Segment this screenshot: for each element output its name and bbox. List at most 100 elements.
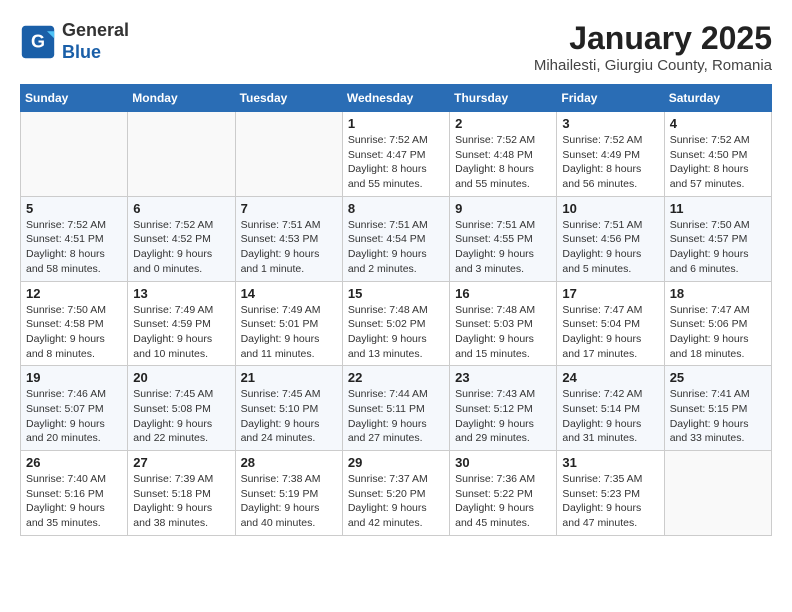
weekday-header: Sunday — [21, 85, 128, 112]
day-number: 15 — [348, 286, 444, 301]
calendar-cell: 10 Sunrise: 7:51 AMSunset: 4:56 PMDayligh… — [557, 196, 664, 281]
calendar-week-row: 1 Sunrise: 7:52 AMSunset: 4:47 PMDaylight… — [21, 112, 772, 197]
calendar-cell: 7Sunrise: 7:51 AMSunset: 4:53 PMDaylight… — [235, 196, 342, 281]
day-info: Sunrise: 7:45 AMSunset: 5:10 PMDaylight:… — [241, 387, 337, 446]
calendar-cell: 6Sunrise: 7:52 AMSunset: 4:52 PMDaylight… — [128, 196, 235, 281]
day-number: 20 — [133, 370, 229, 385]
day-number: 29 — [348, 455, 444, 470]
calendar-cell: 1 Sunrise: 7:52 AMSunset: 4:47 PMDaylight… — [342, 112, 449, 197]
calendar-cell: 16 Sunrise: 7:48 AMSunset: 5:03 PMDayligh… — [450, 281, 557, 366]
calendar-cell: 13 Sunrise: 7:49 AMSunset: 4:59 PMDayligh… — [128, 281, 235, 366]
day-number: 1 — [348, 116, 444, 131]
weekday-header-row: SundayMondayTuesdayWednesdayThursdayFrid… — [21, 85, 772, 112]
day-info: Sunrise: 7:47 AMSunset: 5:06 PMDaylight:… — [670, 303, 766, 362]
day-number: 2 — [455, 116, 551, 131]
day-number: 13 — [133, 286, 229, 301]
day-number: 14 — [241, 286, 337, 301]
title-area: January 2025 Mihailesti, Giurgiu County,… — [534, 20, 772, 74]
day-number: 23 — [455, 370, 551, 385]
day-number: 30 — [455, 455, 551, 470]
calendar-cell: 3 Sunrise: 7:52 AMSunset: 4:49 PMDaylight… — [557, 112, 664, 197]
day-number: 12 — [26, 286, 122, 301]
weekday-header: Friday — [557, 85, 664, 112]
day-info: Sunrise: 7:48 AMSunset: 5:02 PMDaylight:… — [348, 303, 444, 362]
logo: G General Blue — [20, 20, 129, 63]
day-number: 27 — [133, 455, 229, 470]
day-info: Sunrise: 7:52 AMSunset: 4:48 PMDaylight:… — [455, 133, 551, 192]
day-info: Sunrise: 7:52 AMSunset: 4:51 PMDaylight:… — [26, 218, 122, 277]
day-number: 16 — [455, 286, 551, 301]
day-info: Sunrise: 7:38 AMSunset: 5:19 PMDaylight:… — [241, 472, 337, 531]
weekday-header: Tuesday — [235, 85, 342, 112]
day-info: Sunrise: 7:52 AMSunset: 4:47 PMDaylight:… — [348, 133, 444, 192]
calendar-cell — [235, 112, 342, 197]
day-info: Sunrise: 7:49 AMSunset: 5:01 PMDaylight:… — [241, 303, 337, 362]
calendar-cell: 29 Sunrise: 7:37 AMSunset: 5:20 PMDayligh… — [342, 451, 449, 536]
calendar-cell: 28 Sunrise: 7:38 AMSunset: 5:19 PMDayligh… — [235, 451, 342, 536]
month-title: January 2025 — [534, 20, 772, 57]
logo-blue-text: Blue — [62, 42, 101, 62]
day-info: Sunrise: 7:51 AMSunset: 4:55 PMDaylight:… — [455, 218, 551, 277]
day-number: 28 — [241, 455, 337, 470]
day-info: Sunrise: 7:50 AMSunset: 4:58 PMDaylight:… — [26, 303, 122, 362]
calendar-table: SundayMondayTuesdayWednesdayThursdayFrid… — [20, 84, 772, 536]
day-info: Sunrise: 7:50 AMSunset: 4:57 PMDaylight:… — [670, 218, 766, 277]
weekday-header: Thursday — [450, 85, 557, 112]
day-number: 24 — [562, 370, 658, 385]
day-info: Sunrise: 7:45 AMSunset: 5:08 PMDaylight:… — [133, 387, 229, 446]
calendar-cell: 31Sunrise: 7:35 AMSunset: 5:23 PMDayligh… — [557, 451, 664, 536]
calendar-cell: 18 Sunrise: 7:47 AMSunset: 5:06 PMDayligh… — [664, 281, 771, 366]
weekday-header: Monday — [128, 85, 235, 112]
day-number: 25 — [670, 370, 766, 385]
day-info: Sunrise: 7:41 AMSunset: 5:15 PMDaylight:… — [670, 387, 766, 446]
calendar-cell: 9 Sunrise: 7:51 AMSunset: 4:55 PMDaylight… — [450, 196, 557, 281]
day-number: 11 — [670, 201, 766, 216]
day-number: 21 — [241, 370, 337, 385]
day-info: Sunrise: 7:42 AMSunset: 5:14 PMDaylight:… — [562, 387, 658, 446]
day-info: Sunrise: 7:52 AMSunset: 4:52 PMDaylight:… — [133, 218, 229, 277]
calendar-cell: 23 Sunrise: 7:43 AMSunset: 5:12 PMDayligh… — [450, 366, 557, 451]
day-number: 10 — [562, 201, 658, 216]
logo-icon: G — [20, 24, 56, 60]
day-info: Sunrise: 7:51 AMSunset: 4:54 PMDaylight:… — [348, 218, 444, 277]
calendar-cell — [21, 112, 128, 197]
calendar-cell: 25 Sunrise: 7:41 AMSunset: 5:15 PMDayligh… — [664, 366, 771, 451]
calendar-cell: 19 Sunrise: 7:46 AMSunset: 5:07 PMDayligh… — [21, 366, 128, 451]
location-subtitle: Mihailesti, Giurgiu County, Romania — [534, 57, 772, 74]
calendar-cell: 21 Sunrise: 7:45 AMSunset: 5:10 PMDayligh… — [235, 366, 342, 451]
day-number: 3 — [562, 116, 658, 131]
day-info: Sunrise: 7:52 AMSunset: 4:49 PMDaylight:… — [562, 133, 658, 192]
day-info: Sunrise: 7:52 AMSunset: 4:50 PMDaylight:… — [670, 133, 766, 192]
day-number: 17 — [562, 286, 658, 301]
day-info: Sunrise: 7:36 AMSunset: 5:22 PMDaylight:… — [455, 472, 551, 531]
day-info: Sunrise: 7:51 AMSunset: 4:56 PMDaylight:… — [562, 218, 658, 277]
day-info: Sunrise: 7:46 AMSunset: 5:07 PMDaylight:… — [26, 387, 122, 446]
calendar-cell: 17Sunrise: 7:47 AMSunset: 5:04 PMDayligh… — [557, 281, 664, 366]
day-number: 18 — [670, 286, 766, 301]
calendar-cell — [664, 451, 771, 536]
calendar-cell: 12 Sunrise: 7:50 AMSunset: 4:58 PMDayligh… — [21, 281, 128, 366]
day-number: 19 — [26, 370, 122, 385]
day-info: Sunrise: 7:44 AMSunset: 5:11 PMDaylight:… — [348, 387, 444, 446]
day-info: Sunrise: 7:48 AMSunset: 5:03 PMDaylight:… — [455, 303, 551, 362]
calendar-cell: 15 Sunrise: 7:48 AMSunset: 5:02 PMDayligh… — [342, 281, 449, 366]
day-number: 9 — [455, 201, 551, 216]
day-info: Sunrise: 7:37 AMSunset: 5:20 PMDaylight:… — [348, 472, 444, 531]
calendar-week-row: 19 Sunrise: 7:46 AMSunset: 5:07 PMDayligh… — [21, 366, 772, 451]
calendar-cell: 24 Sunrise: 7:42 AMSunset: 5:14 PMDayligh… — [557, 366, 664, 451]
calendar-cell: 5 Sunrise: 7:52 AMSunset: 4:51 PMDaylight… — [21, 196, 128, 281]
calendar-week-row: 5 Sunrise: 7:52 AMSunset: 4:51 PMDaylight… — [21, 196, 772, 281]
day-info: Sunrise: 7:49 AMSunset: 4:59 PMDaylight:… — [133, 303, 229, 362]
day-info: Sunrise: 7:40 AMSunset: 5:16 PMDaylight:… — [26, 472, 122, 531]
svg-text:G: G — [31, 31, 45, 51]
day-number: 31 — [562, 455, 658, 470]
day-info: Sunrise: 7:39 AMSunset: 5:18 PMDaylight:… — [133, 472, 229, 531]
calendar-cell: 30 Sunrise: 7:36 AMSunset: 5:22 PMDayligh… — [450, 451, 557, 536]
calendar-cell: 22Sunrise: 7:44 AMSunset: 5:11 PMDayligh… — [342, 366, 449, 451]
calendar-cell: 8Sunrise: 7:51 AMSunset: 4:54 PMDaylight… — [342, 196, 449, 281]
day-number: 5 — [26, 201, 122, 216]
day-info: Sunrise: 7:43 AMSunset: 5:12 PMDaylight:… — [455, 387, 551, 446]
day-info: Sunrise: 7:51 AMSunset: 4:53 PMDaylight:… — [241, 218, 337, 277]
calendar-cell: 2 Sunrise: 7:52 AMSunset: 4:48 PMDaylight… — [450, 112, 557, 197]
calendar-week-row: 26Sunrise: 7:40 AMSunset: 5:16 PMDayligh… — [21, 451, 772, 536]
